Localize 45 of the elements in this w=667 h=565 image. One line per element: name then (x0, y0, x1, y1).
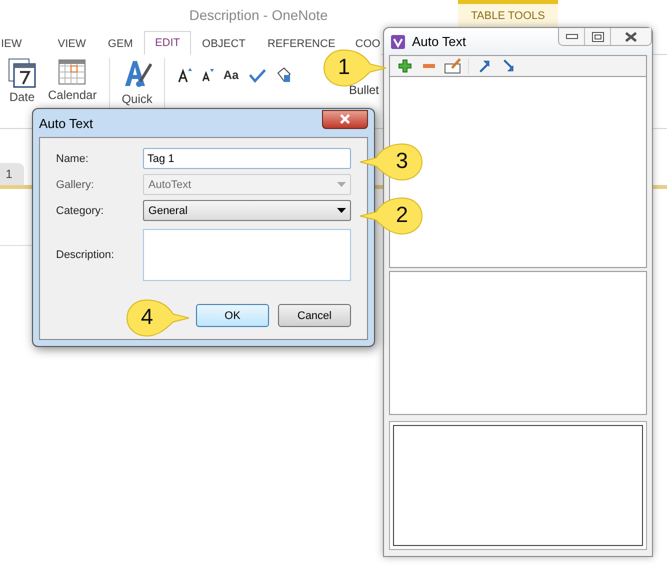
change-case-label[interactable]: Aa (223, 68, 239, 82)
dialog-title: Auto Text (39, 116, 93, 130)
calendar-page-icon (8, 58, 36, 88)
dropdown-arrow-icon (337, 182, 346, 187)
callout-number: 3 (394, 148, 410, 174)
ribbon-button[interactable]: Date (8, 58, 36, 104)
field-label: Category: (56, 204, 105, 216)
ribbon-tab[interactable]: EDIT (144, 31, 192, 55)
callout-number: 2 (394, 202, 410, 228)
cancel-button[interactable]: Cancel (278, 304, 351, 327)
callout-number: 4 (140, 304, 154, 330)
callout-bubble (358, 142, 424, 182)
close-icon (624, 32, 638, 42)
close-icon (339, 114, 351, 124)
close-button[interactable] (322, 110, 368, 128)
app-icon (390, 34, 406, 50)
grow-font-icon (177, 67, 194, 83)
edit-icon[interactable] (444, 57, 462, 75)
ribbon-button[interactable]: Quick (122, 58, 152, 106)
description-field[interactable] (143, 229, 351, 281)
calendar-grid-icon (58, 58, 86, 86)
restore-icon (592, 32, 604, 42)
field-label: Description: (56, 249, 116, 261)
section-tab[interactable]: 1 (0, 163, 24, 185)
shrink-font-icon (201, 68, 216, 82)
panel-title: Auto Text (412, 34, 466, 49)
dropdown-arrow-icon (337, 208, 346, 213)
context-tab-header: TABLE TOOLS (458, 0, 558, 27)
ribbon-label[interactable]: Bullet (349, 83, 380, 97)
minimize-icon (566, 34, 578, 40)
name-field[interactable]: Tag 1 (143, 148, 351, 169)
callout-bubble (358, 196, 424, 236)
ok-button[interactable]: OK (196, 304, 269, 327)
spelling-check-icon (246, 67, 267, 83)
field-label: Name: (56, 152, 90, 164)
paint-bucket-icon (274, 66, 293, 84)
callout-number: 1 (336, 54, 352, 80)
dropdown-field[interactable]: General (143, 200, 351, 221)
letter-brush-icon (122, 58, 152, 90)
add-icon[interactable] (396, 57, 414, 75)
ribbon-button[interactable]: Calendar (48, 58, 97, 102)
callout-bubble (125, 298, 191, 338)
field-label: Gallery: (56, 178, 95, 190)
entry-text-box[interactable] (389, 271, 647, 415)
window-title: Description - OneNote (189, 7, 328, 23)
